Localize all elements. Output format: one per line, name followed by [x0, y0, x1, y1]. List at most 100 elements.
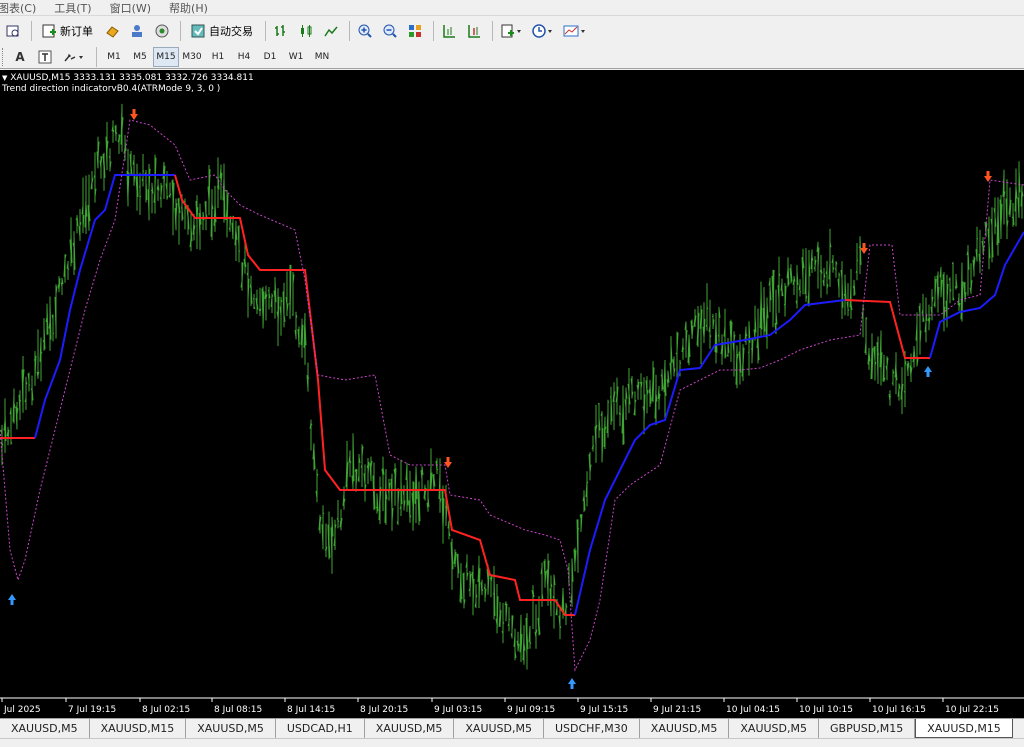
line-chart-icon[interactable]	[320, 20, 342, 42]
timeframe-w1[interactable]: W1	[283, 47, 309, 67]
price-bar-close	[856, 259, 859, 262]
price-bar-open	[375, 506, 378, 509]
new-order-label: 新订单	[60, 25, 93, 38]
timeframe-h1[interactable]: H1	[205, 47, 231, 67]
time-axis-label: 10 Jul 04:15	[726, 705, 780, 715]
chart-tab[interactable]: GBPUSD,M15	[819, 719, 916, 738]
standard-toolbar: 新订单 自动交易	[0, 18, 1024, 44]
price-bar-open	[750, 348, 753, 350]
market-watch-icon[interactable]	[101, 20, 123, 42]
sell-arrow-icon	[444, 457, 452, 468]
toolbar-grip[interactable]	[2, 47, 5, 66]
chart-tab-active[interactable]: XAUUSD,M15	[915, 719, 1013, 738]
data-window-icon[interactable]	[126, 20, 148, 42]
line-studies-toolbar: A M1 M5 M15 M30 H1 H4 D1 W1 MN	[0, 45, 1024, 69]
time-axis-label: Jul 2025	[3, 705, 41, 715]
new-order-button[interactable]: 新订单	[36, 20, 98, 42]
time-axis-label: 7 Jul 19:15	[68, 705, 116, 715]
zoom-in-icon[interactable]	[354, 20, 376, 42]
menu-window[interactable]: 窗口(W)	[110, 0, 169, 16]
chart-tab[interactable]: USDCAD,H1	[276, 719, 365, 738]
price-bar-close	[847, 309, 850, 311]
menu-help[interactable]: 帮助(H)	[169, 0, 226, 16]
bar-chart-icon[interactable]	[270, 20, 292, 42]
price-bar-open	[726, 354, 729, 357]
price-bar-close	[799, 291, 802, 293]
time-axis-label: 9 Jul 21:15	[653, 705, 701, 715]
price-bar-close	[322, 512, 325, 514]
timeframe-h4[interactable]: H4	[231, 47, 257, 67]
chart-collapse-icon[interactable]: ▼	[2, 74, 7, 82]
price-bar-open	[180, 207, 183, 209]
price-bar-open	[33, 359, 36, 361]
auto-trading-button[interactable]: 自动交易	[185, 20, 258, 42]
chart-tab[interactable]: XAUUSD,M5	[454, 719, 544, 738]
status-bar	[0, 738, 1024, 747]
price-bar-open	[1011, 216, 1014, 219]
chart-symbol-header: ▼ XAUUSD,M15 3333.131 3335.081 3332.726 …	[2, 73, 254, 83]
toolbar-separator	[31, 21, 32, 41]
profiles-icon[interactable]	[2, 20, 24, 42]
time-axis-label: 8 Jul 14:15	[287, 705, 335, 715]
indicators-icon[interactable]	[497, 20, 525, 42]
time-axis-label: 8 Jul 02:15	[142, 705, 190, 715]
indicator-label: Trend direction indicatorvB0.4(ATRMode 9…	[2, 84, 221, 94]
chart-canvas[interactable]: Jul 2025 7 Jul 19:15 8 Jul 02:15 8 Jul 08:1…	[0, 70, 1024, 718]
time-axis-label: 8 Jul 08:15	[214, 705, 262, 715]
toolbar-separator	[96, 46, 97, 67]
price-chart[interactable]: Jul 2025 7 Jul 19:15 8 Jul 02:15 8 Jul 08:1…	[0, 70, 1024, 718]
text-label-icon[interactable]	[34, 46, 56, 68]
timeframe-d1[interactable]: D1	[257, 47, 283, 67]
chart-tab[interactable]: XAUUSD,M5	[640, 719, 730, 738]
time-axis-label: 9 Jul 03:15	[434, 705, 482, 715]
zoom-out-icon[interactable]	[379, 20, 401, 42]
price-bar-close	[28, 384, 31, 386]
arrows-icon[interactable]	[59, 46, 89, 68]
toolbar-separator	[265, 21, 266, 41]
chart-shift-icon[interactable]	[463, 20, 485, 42]
time-axis-label: 8 Jul 20:15	[360, 705, 408, 715]
time-axis-label: 9 Jul 09:15	[507, 705, 555, 715]
price-bar-open	[216, 186, 219, 188]
timeframe-m15[interactable]: M15	[153, 46, 179, 67]
toolbar-separator	[492, 21, 493, 41]
price-bar-close	[592, 445, 595, 447]
price-bar-close	[577, 528, 580, 530]
menu-chart[interactable]: 图表(C)	[0, 0, 54, 16]
chart-title: XAUUSD,M15 3333.131 3335.081 3332.726 33…	[10, 73, 254, 83]
auto-trading-label: 自动交易	[209, 25, 253, 38]
auto-trading-icon	[191, 24, 205, 38]
text-tool-icon[interactable]: A	[9, 46, 31, 68]
timeframe-m1[interactable]: M1	[101, 47, 127, 67]
time-axis-label: 10 Jul 16:15	[872, 705, 926, 715]
timeframe-mn[interactable]: MN	[309, 47, 335, 67]
chart-tab[interactable]: XAUUSD,M5	[365, 719, 455, 738]
tile-windows-icon[interactable]	[404, 20, 426, 42]
chart-tab[interactable]: XAUUSD,M5	[0, 719, 90, 738]
time-axis-label: 10 Jul 22:15	[945, 705, 999, 715]
chart-tab[interactable]: USDCHF,M30	[544, 719, 640, 738]
periods-icon[interactable]	[528, 20, 556, 42]
auto-scroll-icon[interactable]	[438, 20, 460, 42]
buy-arrow-icon	[8, 594, 16, 605]
price-bar-close	[436, 468, 439, 471]
time-axis-label: 9 Jul 15:15	[580, 705, 628, 715]
chart-tab[interactable]: XAUUSD,M5	[186, 719, 276, 738]
candlestick-icon[interactable]	[295, 20, 317, 42]
time-axis-label: 10 Jul 10:15	[799, 705, 853, 715]
buy-arrow-icon	[924, 366, 932, 377]
templates-icon[interactable]	[559, 20, 589, 42]
menu-tools[interactable]: 工具(T)	[54, 0, 109, 16]
price-bar-close	[877, 353, 880, 355]
toolbar-separator	[180, 21, 181, 41]
timeframe-m5[interactable]: M5	[127, 47, 153, 67]
price-bar-open	[597, 403, 600, 405]
chart-tab[interactable]: XAUUSD,M15	[90, 719, 187, 738]
chart-tab[interactable]: XAUUSD,M5	[729, 719, 819, 738]
timeframe-m30[interactable]: M30	[179, 47, 205, 67]
sell-arrow-icon	[860, 243, 868, 254]
navigator-icon[interactable]	[151, 20, 173, 42]
sell-arrow-icon	[130, 109, 138, 120]
menu-bar: 图表(C) 工具(T) 窗口(W) 帮助(H)	[0, 0, 1024, 16]
price-bar-open	[492, 592, 495, 595]
